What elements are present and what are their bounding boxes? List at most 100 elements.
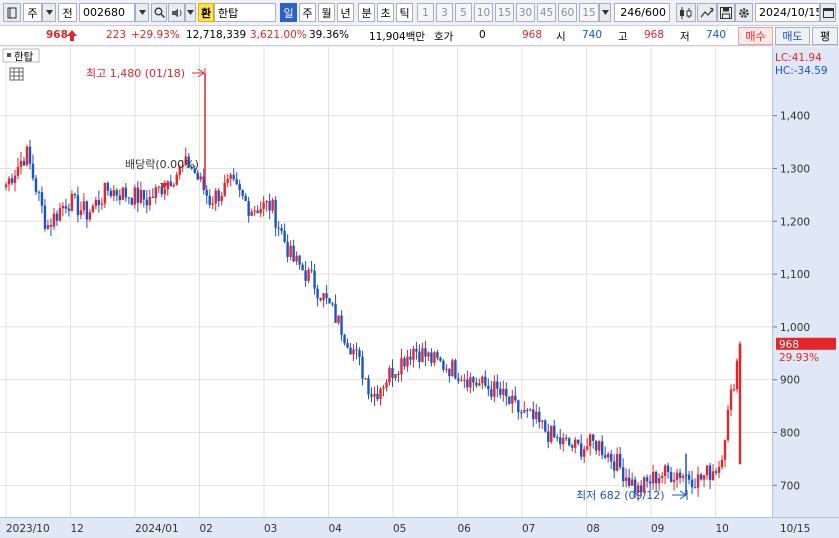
- floppy-glyph: [720, 6, 732, 19]
- candle-body: [358, 350, 361, 357]
- candle-body: [235, 179, 238, 185]
- stock-name-field[interactable]: 한탑: [214, 3, 276, 22]
- current-pct-marker-label: 29.93%: [779, 352, 819, 364]
- candle-type-icon[interactable]: [676, 3, 696, 22]
- candle-body: [735, 360, 739, 390]
- price-chart-canvas[interactable]: 한탑 최고 1,480 (01/18) 배당락(0.00%) 최저 682 (0…: [0, 47, 772, 517]
- candle-body: [295, 255, 298, 262]
- candle-body: [199, 176, 202, 180]
- chevron-down-icon: [138, 10, 146, 15]
- candle-body: [421, 348, 424, 363]
- candle-body: [630, 479, 634, 486]
- date-tick-label: 10/15: [780, 523, 810, 535]
- calendar-glyph: [822, 8, 834, 18]
- candle-body: [13, 175, 17, 184]
- candle-body: [172, 184, 175, 187]
- market-select[interactable]: 주: [23, 3, 42, 22]
- interval-dropdown-icon[interactable]: [599, 3, 611, 22]
- candle-body: [577, 439, 580, 444]
- interval-10-button[interactable]: 10: [474, 3, 493, 22]
- calendar-icon[interactable]: [820, 3, 836, 22]
- date-tick-label: 06: [458, 523, 472, 535]
- data-count-total: /600: [641, 6, 666, 19]
- chevron-down-icon: [45, 10, 53, 15]
- candle-body: [732, 389, 736, 391]
- avg-button[interactable]: 평: [812, 27, 838, 45]
- save-icon[interactable]: [717, 3, 735, 22]
- candle-body: [373, 393, 376, 397]
- candle-body: [445, 368, 448, 370]
- buy-button[interactable]: 매수: [738, 27, 773, 45]
- candle-body: [232, 174, 235, 180]
- period-week-button[interactable]: 주: [299, 3, 316, 22]
- price-axis[interactable]: LC:41.94 HC:-34.59 700 800 900 1,000 1,100 1,…: [772, 47, 839, 517]
- data-count-value: 246: [620, 6, 642, 19]
- candle-body: [334, 303, 337, 323]
- interval-3-button[interactable]: 3: [436, 3, 453, 22]
- candle-body: [433, 352, 436, 363]
- candle-body: [343, 334, 346, 344]
- candle-body: [331, 303, 334, 305]
- candle-body: [28, 146, 32, 164]
- period-minute-button[interactable]: 분: [358, 3, 375, 22]
- data-count-field[interactable]: 246/600: [614, 3, 670, 22]
- candle-body: [307, 269, 310, 281]
- market-dropdown-icon[interactable]: [42, 3, 56, 22]
- speaker-dropdown-icon[interactable]: [185, 3, 196, 22]
- candle-body: [663, 465, 667, 477]
- stock-code-input[interactable]: 002680: [79, 3, 135, 22]
- interval-45-button[interactable]: 45: [537, 3, 556, 22]
- trend-line-icon[interactable]: [697, 3, 717, 22]
- candle-body: [708, 465, 712, 480]
- interval-60-button[interactable]: 60: [558, 3, 577, 22]
- candle-body: [37, 191, 41, 193]
- prefix-toggle[interactable]: 전: [58, 3, 77, 22]
- chart-grid: [0, 47, 772, 517]
- candle-body: [678, 472, 682, 478]
- high-label: 고: [618, 31, 628, 43]
- period-month-button[interactable]: 월: [318, 3, 335, 22]
- candle-body: [367, 378, 370, 395]
- code-dropdown-icon[interactable]: [135, 3, 149, 22]
- candle-body: [400, 358, 403, 375]
- period-day-button[interactable]: 일: [280, 3, 297, 22]
- candle-body: [403, 358, 406, 367]
- interval-30-button[interactable]: 30: [516, 3, 535, 22]
- table-view-icon[interactable]: [9, 67, 24, 81]
- candle-body: [94, 200, 98, 207]
- candle-body: [85, 201, 89, 220]
- candle-body: [490, 389, 493, 397]
- candle-body: [115, 190, 119, 196]
- candle-body: [106, 182, 110, 191]
- interval-custom-input[interactable]: 15: [579, 3, 599, 22]
- candle-series: [4, 73, 742, 501]
- period-year-button[interactable]: 년: [337, 3, 354, 22]
- period-second-button[interactable]: 초: [377, 3, 394, 22]
- candle-body: [615, 453, 619, 471]
- candle-body: [729, 389, 733, 410]
- interval-5-button[interactable]: 5: [455, 3, 472, 22]
- candle-body: [687, 474, 691, 480]
- candle-body: [325, 293, 328, 299]
- window-icon[interactable]: [3, 3, 21, 22]
- candle-body: [681, 475, 685, 478]
- period-tick-button[interactable]: 틱: [396, 3, 413, 22]
- candle-body: [238, 184, 241, 191]
- interval-1-button[interactable]: 1: [417, 3, 434, 22]
- speaker-icon[interactable]: [168, 3, 185, 22]
- date-field[interactable]: 2024/10/15: [755, 3, 820, 22]
- sell-button[interactable]: 매도: [775, 27, 810, 45]
- interval-15-button[interactable]: 15: [495, 3, 514, 22]
- date-axis[interactable]: 2023/10 12 2024/01 02 03 04 05 06 07 08 09 10 10/15: [0, 517, 839, 538]
- candle-body: [660, 476, 664, 478]
- date-tick-label: 05: [393, 523, 406, 535]
- gear-icon[interactable]: [735, 3, 753, 22]
- candle-body: [145, 199, 149, 206]
- date-tick-label: 03: [264, 523, 277, 535]
- search-icon[interactable]: [151, 3, 167, 22]
- candle-body: [175, 174, 178, 185]
- candle-body: [424, 348, 427, 357]
- price-chart[interactable]: 한탑 최고 1,480 (01/18) 배당락(0.00%) 최저 682 (0…: [0, 47, 772, 517]
- candle-body: [430, 352, 433, 363]
- candle-body: [409, 356, 412, 360]
